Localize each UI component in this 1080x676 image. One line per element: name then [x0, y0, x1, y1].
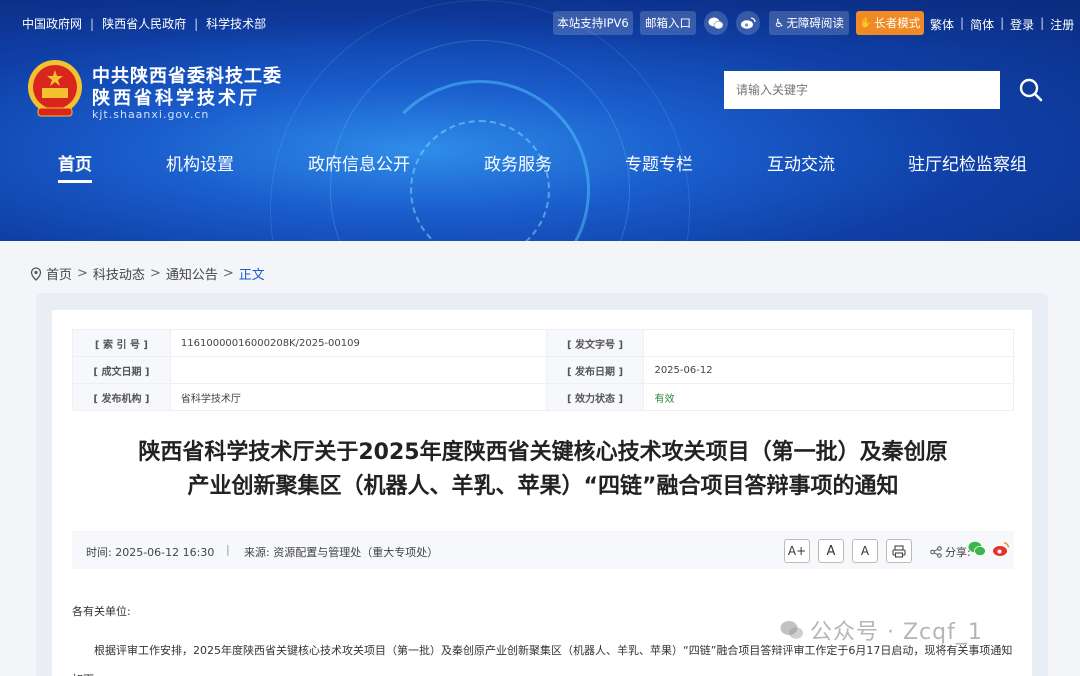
publisher-value: 省科学技术厅: [169, 383, 547, 411]
created-date-value: [169, 356, 547, 384]
breadcrumb-home[interactable]: 首页: [46, 264, 72, 283]
created-date-label: [ 成文日期 ]: [72, 356, 171, 384]
font-large-button[interactable]: A+: [784, 539, 810, 563]
breadcrumb-notices[interactable]: 通知公告: [166, 264, 218, 283]
search-input[interactable]: [724, 71, 1000, 109]
font-small-button[interactable]: A: [852, 539, 878, 563]
watermark-text: 公众号 · Zcqf_1: [810, 620, 983, 645]
publisher-label: [ 发布机构 ]: [72, 383, 171, 411]
breadcrumb-separator: >: [149, 266, 161, 281]
main-nav: 首页 机构设置 政府信息公开 政务服务 专题专栏 互动交流 驻厅纪检监察组: [0, 140, 1080, 184]
share-wechat-icon[interactable]: [968, 541, 986, 559]
nav-organization[interactable]: 机构设置: [166, 150, 234, 175]
divider: |: [90, 16, 95, 31]
simplified-chinese-link[interactable]: 简体: [970, 16, 994, 33]
published-date-value: 2025-06-12: [643, 356, 1014, 384]
external-links: 中国政府网 | 陕西省人民政府 | 科学技术部: [22, 15, 266, 32]
accessibility-label: 无障碍阅读: [786, 16, 844, 30]
share-label: 分享:: [930, 544, 971, 560]
divider: |: [1000, 16, 1005, 30]
ipv6-badge: 本站支持IPV6: [553, 11, 633, 35]
document-title-line1: 陕西省科学技术厅关于2025年度陕西省关键核心技术攻关项目（第一批）及秦创原: [138, 440, 948, 465]
doc-number-label: [ 发文字号 ]: [545, 329, 645, 357]
search-button[interactable]: [1012, 73, 1050, 107]
link-most[interactable]: 科学技术部: [206, 15, 266, 32]
nav-interaction[interactable]: 互动交流: [767, 150, 835, 175]
wechat-watermark: 公众号 · Zcqf_1: [780, 614, 983, 646]
font-medium-button[interactable]: A: [818, 539, 844, 563]
wechat-watermark-icon: [780, 621, 803, 639]
link-gov-cn[interactable]: 中国政府网: [22, 15, 82, 32]
site-title-department: 陕西省科学技术厅: [92, 88, 260, 109]
printer-icon: [892, 544, 906, 558]
nav-topics[interactable]: 专题专栏: [625, 150, 693, 175]
search-icon: [1019, 78, 1043, 102]
breadcrumb-separator: >: [77, 266, 88, 281]
print-button[interactable]: [886, 539, 912, 563]
top-bar: 中国政府网 | 陕西省人民政府 | 科学技术部 本站支持IPV6 邮箱入口 ♿ …: [0, 0, 1080, 44]
weibo-icon[interactable]: [736, 11, 760, 35]
login-link[interactable]: 登录: [1010, 16, 1034, 33]
published-date-label: [ 发布日期 ]: [545, 356, 645, 384]
table-row: [ 索 引 号 ] 11610000016000208K/2025-00109 …: [72, 329, 1014, 357]
document-title: 陕西省科学技术厅关于2025年度陕西省关键核心技术攻关项目（第一批）及秦创原 产…: [72, 436, 1014, 504]
breadcrumb-tech-news[interactable]: 科技动态: [93, 264, 145, 283]
document-title-line2: 产业创新聚集区（机器人、羊乳、苹果）“四链”融合项目答辩事项的通知: [187, 474, 899, 499]
font-large-label: A+: [787, 544, 807, 558]
index-number-value: 11610000016000208K/2025-00109: [169, 329, 547, 357]
site-domain: kjt.shaanxi.gov.cn: [92, 108, 210, 121]
divider: |: [960, 16, 965, 30]
national-emblem-logo[interactable]: [26, 58, 84, 120]
accessibility-button[interactable]: ♿ 无障碍阅读: [769, 11, 849, 35]
index-number-label: [ 索 引 号 ]: [72, 329, 171, 357]
article-info-bar: 时间: 2025-06-12 16:30 | 来源: 资源配置与管理处（重大专项…: [72, 531, 1014, 569]
breadcrumb-separator: >: [222, 266, 234, 281]
breadcrumb: 首页 > 科技动态 > 通知公告 > 正文: [30, 264, 265, 283]
validity-label: [ 效力状态 ]: [545, 383, 645, 411]
doc-number-value: [643, 329, 1014, 357]
publish-time: 时间: 2025-06-12 16:30: [86, 546, 215, 559]
breadcrumb-current: 正文: [238, 268, 265, 283]
divider: |: [1040, 16, 1045, 30]
location-pin-icon: [30, 266, 42, 281]
validity-value: 有效: [643, 383, 1014, 411]
font-small-label: A: [860, 544, 870, 558]
elder-icon: ✋: [859, 17, 873, 29]
share-text: 分享:: [945, 546, 971, 559]
register-link[interactable]: 注册: [1050, 16, 1074, 33]
elder-mode-button[interactable]: ✋ 长者模式: [856, 11, 924, 35]
user-links: 繁体 | 简体 | 登录 | 注册: [930, 16, 1074, 33]
nav-gov-info[interactable]: 政府信息公开: [308, 150, 410, 175]
link-shaanxi-gov[interactable]: 陕西省人民政府: [102, 15, 186, 32]
accessibility-icon: ♿: [774, 16, 785, 30]
mail-entry-button[interactable]: 邮箱入口: [640, 11, 696, 35]
elder-mode-label: 长者模式: [874, 16, 921, 30]
article-source: 来源: 资源配置与管理处（重大专项处）: [244, 546, 439, 559]
divider: |: [226, 543, 230, 556]
nav-home[interactable]: 首页: [58, 150, 92, 183]
wechat-icon[interactable]: [704, 11, 728, 35]
document-meta-table: [ 索 引 号 ] 11610000016000208K/2025-00109 …: [72, 329, 1014, 411]
share-icon: [930, 546, 942, 558]
table-row: [ 成文日期 ] [ 发布日期 ] 2025-06-12: [72, 356, 1014, 384]
divider: |: [194, 16, 199, 31]
table-row: [ 发布机构 ] 省科学技术厅 [ 效力状态 ] 有效: [72, 383, 1014, 411]
share-weibo-icon[interactable]: [992, 541, 1010, 559]
nav-services[interactable]: 政务服务: [484, 150, 552, 175]
traditional-chinese-link[interactable]: 繁体: [930, 16, 954, 33]
nav-discipline-inspection[interactable]: 驻厅纪检监察组: [908, 150, 1027, 175]
font-medium-label: A: [826, 543, 836, 559]
